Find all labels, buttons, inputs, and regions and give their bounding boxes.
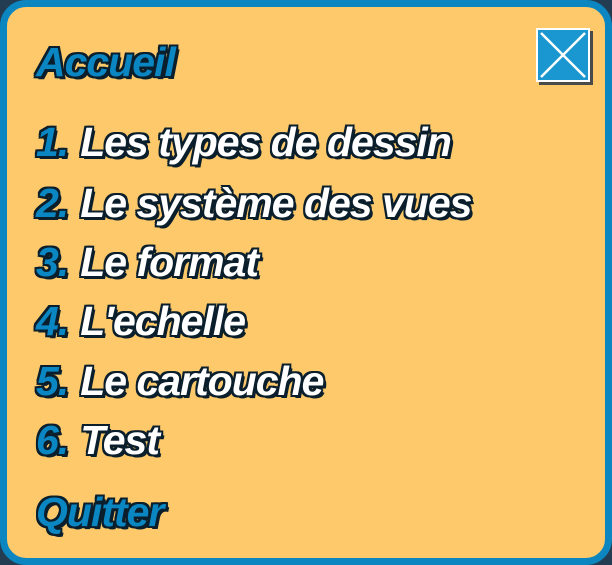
menu-item-label: Le format (80, 239, 259, 285)
menu-item-number: 4. (36, 298, 69, 344)
close-button[interactable] (536, 28, 590, 82)
menu-item-format[interactable]: 3. Le format (36, 238, 259, 286)
menu-item-number: 5. (36, 358, 69, 404)
menu-item-label: Le cartouche (80, 358, 324, 404)
quit-link[interactable]: Quitter (36, 488, 164, 536)
menu-item-label: Les types de dessin (80, 119, 452, 165)
menu-item-systeme-des-vues[interactable]: 2. Le système des vues (36, 179, 472, 227)
close-icon (540, 32, 586, 78)
menu-item-label: Le système des vues (80, 180, 472, 226)
navigation-menu-panel: Accueil 1. Les types de dessin 2. Le sys… (0, 0, 612, 565)
menu-item-number: 1. (36, 119, 69, 165)
menu-item-number: 6. (36, 417, 69, 463)
home-link[interactable]: Accueil (36, 38, 176, 86)
menu-item-cartouche[interactable]: 5. Le cartouche (36, 357, 324, 405)
menu-item-types-de-dessin[interactable]: 1. Les types de dessin (36, 118, 452, 166)
menu-item-number: 3. (36, 239, 69, 285)
menu-item-echelle[interactable]: 4. L'echelle (36, 297, 246, 345)
menu-item-label: Test (80, 417, 160, 463)
menu-item-label: L'echelle (80, 298, 246, 344)
menu-item-number: 2. (36, 180, 69, 226)
menu-item-test[interactable]: 6. Test (36, 416, 160, 464)
